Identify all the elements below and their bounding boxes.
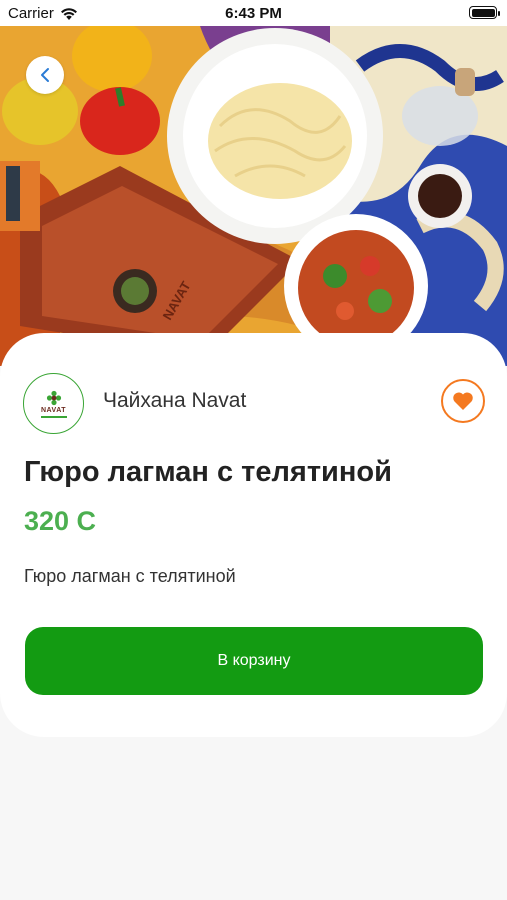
add-to-cart-button[interactable]: В корзину: [25, 627, 483, 695]
restaurant-logo[interactable]: NAVAT: [23, 373, 84, 434]
status-bar: Carrier 6:43 PM: [0, 0, 507, 26]
logo-text: NAVAT: [40, 406, 67, 414]
battery-icon: [469, 6, 500, 19]
product-card: NAVAT Чайхана Navat Гюро лагман с теляти…: [0, 333, 507, 737]
product-description: Гюро лагман с телятиной: [24, 566, 236, 586]
clock: 6:43 PM: [225, 5, 282, 22]
hero-image: NAVAT: [0, 26, 507, 366]
logo-divider: [40, 415, 67, 418]
chevron-left-icon: [41, 68, 49, 82]
favorite-button[interactable]: [441, 379, 485, 423]
heart-icon: [453, 392, 473, 410]
flower-icon: [46, 390, 61, 405]
product-price: 320 С: [24, 506, 97, 536]
back-button[interactable]: [26, 56, 64, 94]
product-title: Гюро лагман с телятиной: [24, 456, 392, 488]
restaurant-name[interactable]: Чайхана Navat: [103, 389, 246, 413]
